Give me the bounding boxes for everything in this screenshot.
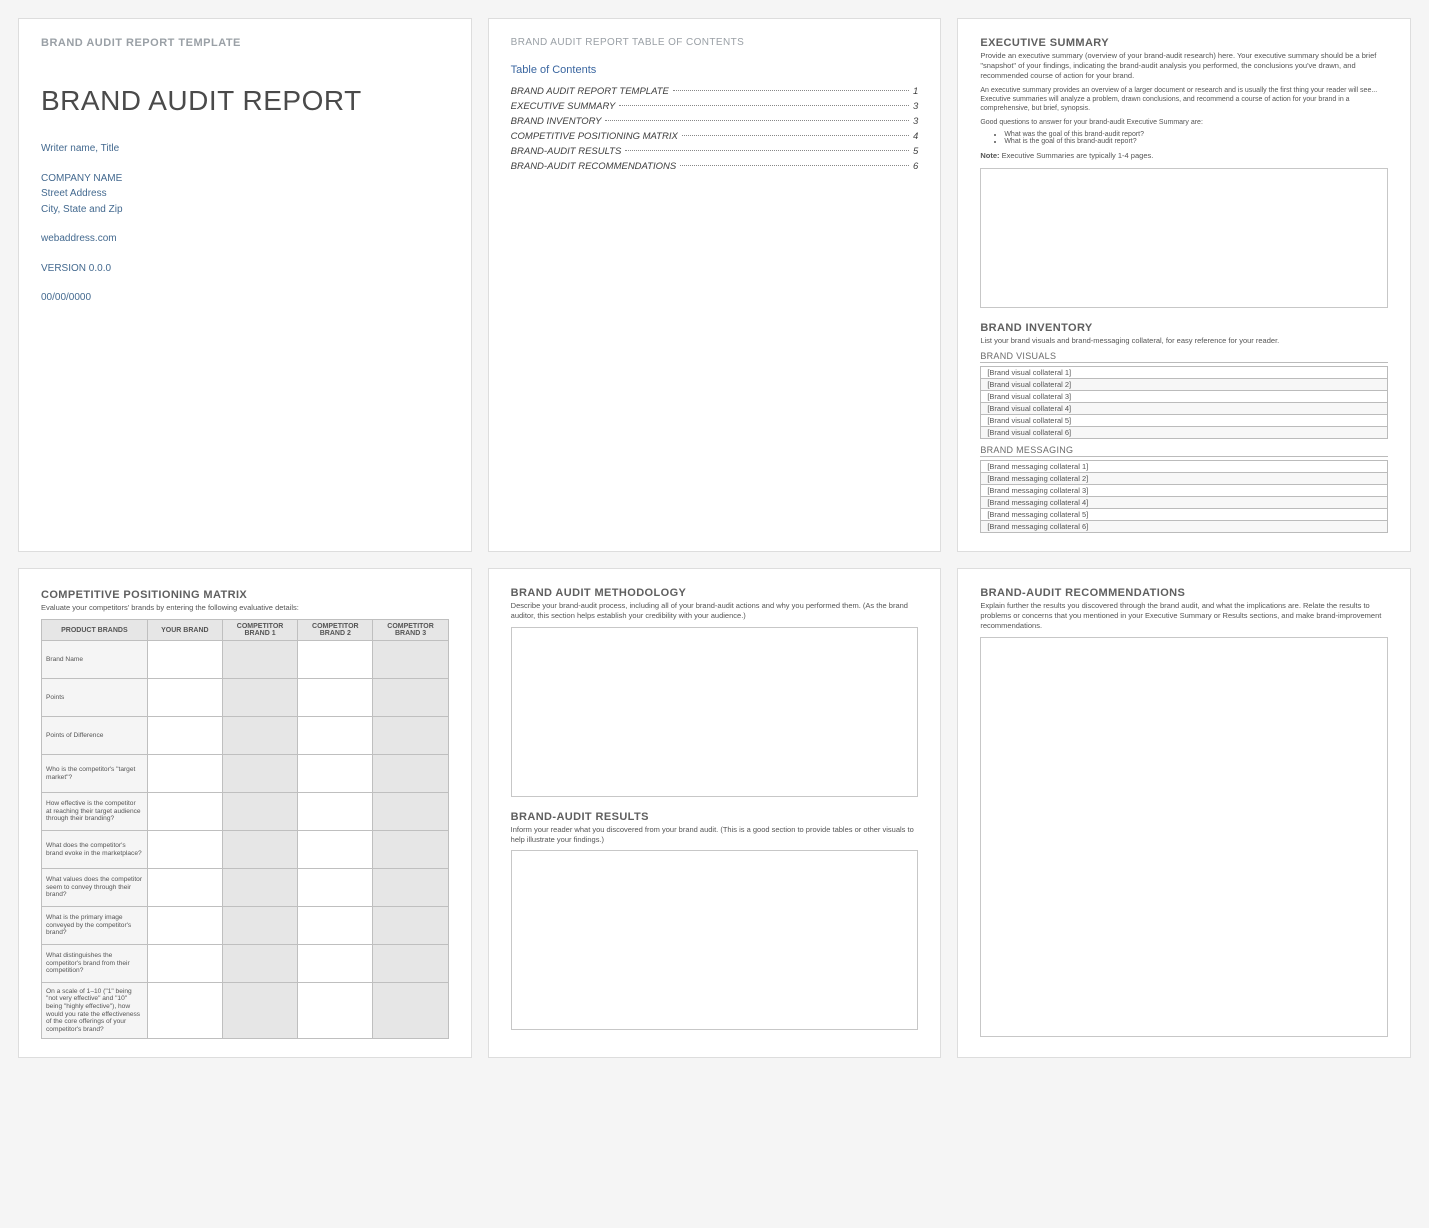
results-sub: Inform your reader what you discovered f… xyxy=(511,825,919,845)
writer-line: Writer name, Title xyxy=(41,141,449,157)
exec-summary-box xyxy=(980,168,1388,308)
brand-messaging-table: [Brand messaging collateral 1] [Brand me… xyxy=(980,460,1388,533)
col-product-brands: PRODUCT BRANDS xyxy=(42,620,148,641)
table-row: Who is the competitor's "target market"? xyxy=(42,755,449,793)
col-comp1: COMPETITOR BRAND 1 xyxy=(222,620,297,641)
exec-bullet: What is the goal of this brand-audit rep… xyxy=(1004,138,1388,145)
list-item: [Brand visual collateral 3] xyxy=(980,391,1388,403)
recommendations-sub: Explain further the results you discover… xyxy=(980,601,1388,630)
list-item: [Brand visual collateral 2] xyxy=(980,379,1388,391)
brand-inventory-sub: List your brand visuals and brand-messag… xyxy=(980,336,1388,346)
exec-bullets: What was the goal of this brand-audit re… xyxy=(980,131,1388,145)
company-block: COMPANY NAME Street Address City, State … xyxy=(41,171,449,218)
toc-item: BRAND-AUDIT RECOMMENDATIONS6 xyxy=(511,161,919,172)
brand-inventory-title: BRAND INVENTORY xyxy=(980,322,1388,334)
results-box xyxy=(511,850,919,1030)
date-line: 00/00/0000 xyxy=(41,290,449,306)
list-item: [Brand messaging collateral 2] xyxy=(980,473,1388,485)
table-row: What is the primary image conveyed by th… xyxy=(42,907,449,945)
table-row: How effective is the competitor at reach… xyxy=(42,793,449,831)
toc-item: BRAND-AUDIT RESULTS5 xyxy=(511,146,919,157)
toc-item: BRAND AUDIT REPORT TEMPLATE1 xyxy=(511,86,919,97)
version-line: VERSION 0.0.0 xyxy=(41,261,449,277)
matrix-table: PRODUCT BRANDS YOUR BRAND COMPETITOR BRA… xyxy=(41,619,449,1039)
table-row: Points of Difference xyxy=(42,717,449,755)
matrix-sub: Evaluate your competitors' brands by ent… xyxy=(41,603,449,613)
list-item: [Brand messaging collateral 3] xyxy=(980,485,1388,497)
table-row: Points xyxy=(42,679,449,717)
template-header: BRAND AUDIT REPORT TEMPLATE xyxy=(41,37,449,49)
city-state-zip: City, State and Zip xyxy=(41,202,449,218)
list-item: [Brand messaging collateral 5] xyxy=(980,509,1388,521)
company-name: COMPANY NAME xyxy=(41,171,449,187)
col-comp2: COMPETITOR BRAND 2 xyxy=(298,620,373,641)
table-row: What does the competitor's brand evoke i… xyxy=(42,831,449,869)
exec-note: Note: Executive Summaries are typically … xyxy=(980,151,1388,160)
list-item: [Brand visual collateral 1] xyxy=(980,367,1388,379)
methodology-sub: Describe your brand-audit process, inclu… xyxy=(511,601,919,621)
toc-item: EXECUTIVE SUMMARY3 xyxy=(511,101,919,112)
table-row: Brand Name xyxy=(42,641,449,679)
page-6-recommendations: BRAND-AUDIT RECOMMENDATIONS Explain furt… xyxy=(957,568,1411,1058)
list-item: [Brand visual collateral 5] xyxy=(980,415,1388,427)
exec-summary-para: An executive summary provides an overvie… xyxy=(980,86,1388,113)
methodology-box xyxy=(511,627,919,797)
brand-visuals-table: [Brand visual collateral 1] [Brand visua… xyxy=(980,366,1388,439)
table-row: On a scale of 1–10 ("1" being "not very … xyxy=(42,983,449,1039)
toc-header: BRAND AUDIT REPORT TABLE OF CONTENTS xyxy=(511,37,919,48)
brand-messaging-title: BRAND MESSAGING xyxy=(980,445,1388,457)
recommendations-title: BRAND-AUDIT RECOMMENDATIONS xyxy=(980,587,1388,599)
cover-meta: Writer name, Title COMPANY NAME Street A… xyxy=(41,141,449,306)
list-item: [Brand visual collateral 4] xyxy=(980,403,1388,415)
page-4-matrix: COMPETITIVE POSITIONING MATRIX Evaluate … xyxy=(18,568,472,1058)
page-3-exec-inventory: EXECUTIVE SUMMARY Provide an executive s… xyxy=(957,18,1411,552)
page-2-toc: BRAND AUDIT REPORT TABLE OF CONTENTS Tab… xyxy=(488,18,942,552)
exec-bullet: What was the goal of this brand-audit re… xyxy=(1004,131,1388,138)
list-item: [Brand messaging collateral 1] xyxy=(980,461,1388,473)
exec-summary-sub: Provide an executive summary (overview o… xyxy=(980,51,1388,80)
table-row: What distinguishes the competitor's bran… xyxy=(42,945,449,983)
street-address: Street Address xyxy=(41,186,449,202)
toc-item: COMPETITIVE POSITIONING MATRIX4 xyxy=(511,131,919,142)
list-item: [Brand visual collateral 6] xyxy=(980,427,1388,439)
brand-visuals-title: BRAND VISUALS xyxy=(980,351,1388,363)
page-1-cover: BRAND AUDIT REPORT TEMPLATE BRAND AUDIT … xyxy=(18,18,472,552)
results-title: BRAND-AUDIT RESULTS xyxy=(511,811,919,823)
web-address: webaddress.com xyxy=(41,231,449,247)
table-header-row: PRODUCT BRANDS YOUR BRAND COMPETITOR BRA… xyxy=(42,620,449,641)
methodology-title: BRAND AUDIT METHODOLOGY xyxy=(511,587,919,599)
page-5-methodology-results: BRAND AUDIT METHODOLOGY Describe your br… xyxy=(488,568,942,1058)
table-row: What values does the competitor seem to … xyxy=(42,869,449,907)
report-title: BRAND AUDIT REPORT xyxy=(41,85,449,117)
col-your-brand: YOUR BRAND xyxy=(147,620,222,641)
toc-title: Table of Contents xyxy=(511,64,919,76)
recommendations-box xyxy=(980,637,1388,1037)
toc-item: BRAND INVENTORY3 xyxy=(511,116,919,127)
list-item: [Brand messaging collateral 6] xyxy=(980,521,1388,533)
col-comp3: COMPETITOR BRAND 3 xyxy=(373,620,448,641)
toc-list: BRAND AUDIT REPORT TEMPLATE1 EXECUTIVE S… xyxy=(511,86,919,172)
list-item: [Brand messaging collateral 4] xyxy=(980,497,1388,509)
exec-summary-title: EXECUTIVE SUMMARY xyxy=(980,37,1388,49)
exec-questions-intro: Good questions to answer for your brand-… xyxy=(980,118,1388,127)
matrix-title: COMPETITIVE POSITIONING MATRIX xyxy=(41,589,449,601)
